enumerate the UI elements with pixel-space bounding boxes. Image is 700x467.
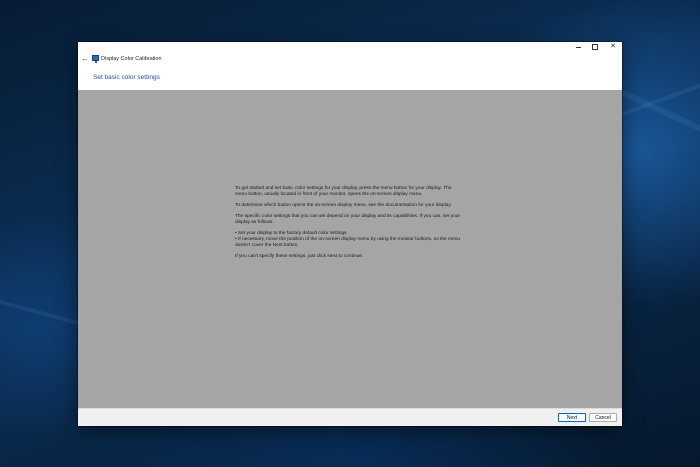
page-heading: Set basic color settings: [93, 74, 160, 81]
instruction-paragraph: To get started and set basic color setti…: [235, 186, 452, 197]
wallpaper-light-beam: [0, 300, 87, 328]
list-item: • If necessary, move the position of the…: [235, 237, 461, 248]
cancel-button[interactable]: Cancel: [589, 413, 617, 422]
maximize-icon: [592, 44, 598, 50]
back-arrow-icon[interactable]: ←: [81, 54, 89, 64]
title-bar: ✕: [78, 42, 622, 52]
instruction-list: • Set your display to the factory defaul…: [235, 231, 463, 249]
instruction-closing: If you can't specify these settings, jus…: [235, 254, 364, 259]
calibration-window: ✕ ← Display Color Calibration Set basic …: [78, 42, 622, 426]
instruction-paragraph: To determine which button opens the on-s…: [235, 203, 452, 208]
minimize-icon: [576, 47, 581, 48]
display-monitor-icon: [92, 55, 99, 63]
next-button[interactable]: Next: [558, 413, 586, 422]
window-title: Display Color Calibration: [101, 56, 162, 62]
instructions-text: To get started and set basic color setti…: [235, 186, 463, 265]
content-area: To get started and set basic color setti…: [78, 90, 622, 408]
close-button[interactable]: ✕: [602, 42, 624, 52]
instruction-paragraph: The specific color settings that you can…: [235, 214, 461, 225]
close-icon: ✕: [610, 43, 616, 50]
button-bar: Next Cancel: [78, 408, 622, 426]
navigation-bar: ← Display Color Calibration: [78, 53, 622, 65]
